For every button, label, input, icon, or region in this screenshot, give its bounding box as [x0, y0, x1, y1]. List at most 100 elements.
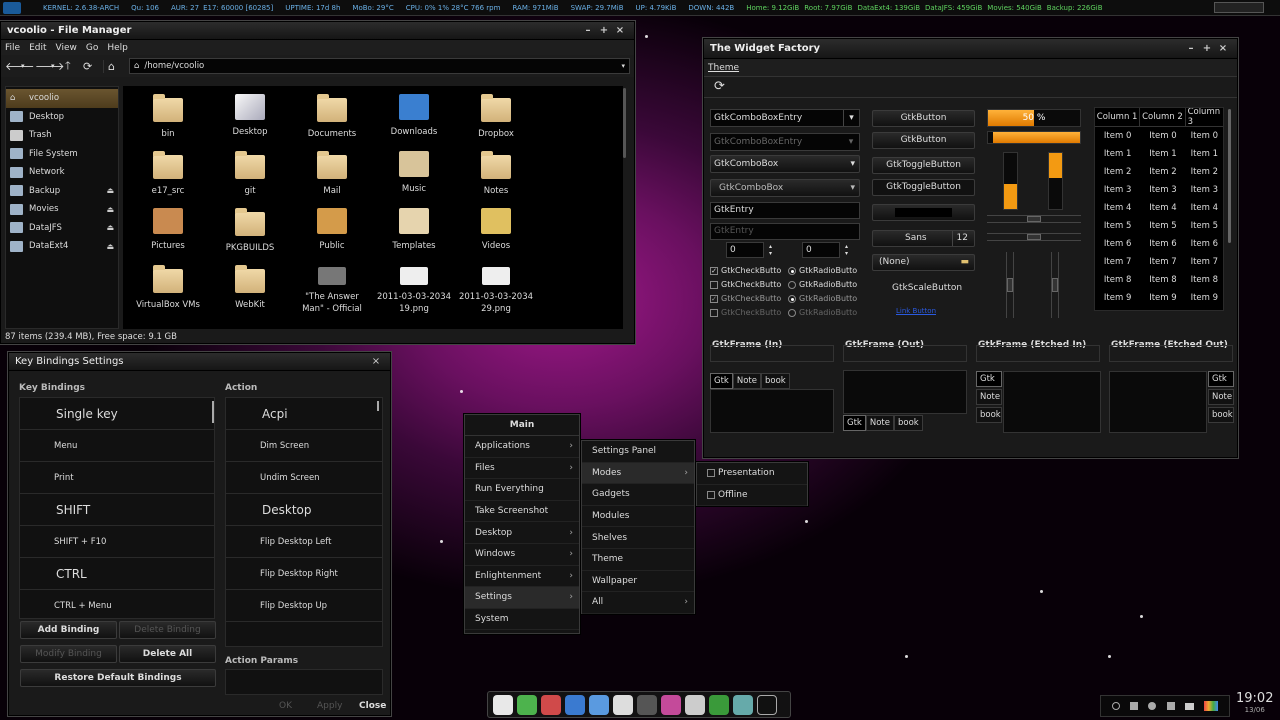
file-item[interactable]: Mail [293, 151, 371, 197]
list-item[interactable]: Dim Screen [226, 430, 382, 462]
file-item[interactable]: Dropbox [457, 94, 535, 140]
list-item[interactable]: SHIFT [20, 494, 214, 526]
table-row[interactable]: Item 5 Item 5 Item 5 [1095, 217, 1223, 235]
spin-arrows-icon[interactable]: ▴ ▾ [845, 243, 848, 257]
vertical-scale[interactable] [1006, 252, 1014, 318]
file-view-scrollbar[interactable] [623, 88, 626, 158]
gtk-button[interactable]: GtkButton [872, 110, 975, 127]
file-item[interactable]: bin [129, 94, 207, 140]
spin-button[interactable]: 0 ▴ ▾ [802, 242, 848, 258]
menu-item-system[interactable]: System [465, 609, 579, 631]
list-scrollbar[interactable] [212, 401, 214, 423]
menu-theme[interactable]: Theme [708, 63, 739, 73]
sidebar-item-movies[interactable]: Movies ⏏ [6, 200, 118, 219]
list-item[interactable]: Flip Desktop Right [226, 558, 382, 590]
gimp-icon[interactable] [637, 695, 657, 715]
maximize-button[interactable]: + [1199, 43, 1215, 54]
file-item[interactable]: VirtualBox VMs [129, 265, 207, 311]
list-item[interactable]: CTRL [20, 558, 214, 590]
list-item[interactable]: Print [20, 462, 214, 494]
scale-handle[interactable] [1007, 278, 1013, 292]
up-icon[interactable]: 🡑 [65, 57, 83, 76]
file-item[interactable]: Videos [457, 208, 535, 252]
file-item[interactable]: Templates [375, 208, 453, 252]
key-bindings-titlebar[interactable]: Key Bindings Settings × [9, 353, 390, 371]
file-manager-titlebar[interactable]: vcoolio - File Manager – + × [1, 22, 634, 40]
scale-button[interactable]: GtkScaleButton [892, 283, 962, 293]
column-header[interactable]: Column 1 [1095, 108, 1141, 126]
user-icon[interactable] [1148, 702, 1157, 710]
file-item[interactable]: Music [375, 151, 453, 195]
list-item[interactable]: Flip Desktop Up [226, 590, 382, 622]
color-button[interactable] [872, 204, 975, 221]
column-header[interactable]: Column 3 [1186, 108, 1223, 126]
tree-scrollbar[interactable] [1228, 109, 1231, 243]
maximize-button[interactable]: + [596, 25, 612, 36]
back-icon[interactable]: 🡐 [5, 59, 35, 73]
list-item[interactable]: Single key [20, 398, 214, 430]
sidebar-item-network[interactable]: Network [6, 163, 118, 182]
combo-box-entry-disabled[interactable]: GtkComboBoxEntry ▾ [710, 133, 860, 151]
file-manager-icon[interactable] [613, 695, 633, 715]
chevron-down-icon[interactable]: ▾ [843, 134, 859, 150]
vertical-scale[interactable] [1051, 252, 1059, 318]
notebook-tab[interactable]: Gtk [710, 373, 733, 389]
notebook-tab[interactable]: book [760, 373, 790, 389]
file-item[interactable]: "The Answer Man" - Official [293, 267, 371, 315]
widget-factory-titlebar[interactable]: The Widget Factory – + × [704, 39, 1237, 59]
path-bar[interactable]: ⌂ /home/vcoolio ▾ [129, 58, 630, 74]
screenshot-icon[interactable] [541, 695, 561, 715]
clock[interactable]: 19:02 13/06 [1236, 691, 1273, 714]
eject-icon[interactable]: ⏏ [106, 242, 114, 251]
color-picker-icon[interactable] [1203, 701, 1218, 711]
table-row[interactable]: Item 9 Item 9 Item 9 [1095, 289, 1223, 307]
table-row[interactable]: Item 6 Item 6 Item 6 [1095, 235, 1223, 253]
file-item[interactable]: 2011-03-03-2034 29.png [457, 267, 535, 315]
list-item[interactable]: Desktop [226, 494, 382, 526]
menu-item-run-everything[interactable]: Run Everything [465, 479, 579, 501]
scale-handle[interactable] [1052, 278, 1058, 292]
action-params-field[interactable] [225, 669, 383, 695]
check-button[interactable]: GtkCheckButto [710, 308, 781, 317]
radio-button[interactable]: GtkRadioButto [788, 280, 857, 289]
entry-disabled[interactable]: GtkEntry [710, 223, 860, 240]
menu-item-shelves[interactable]: Shelves [582, 527, 694, 549]
chat-icon[interactable] [709, 695, 729, 715]
forward-icon[interactable]: 🡒 [35, 59, 65, 73]
notebook-tab[interactable]: Note [976, 389, 1002, 405]
restore-default-bindings-button[interactable]: Restore Default Bindings [20, 669, 216, 687]
chevron-down-icon[interactable]: ▾ [621, 62, 625, 70]
menu-item-windows[interactable]: Windows › [465, 544, 579, 566]
home-icon[interactable] [685, 695, 705, 715]
link-button[interactable]: Link Button [896, 307, 936, 315]
menu-item-desktop[interactable]: Desktop › [465, 522, 579, 544]
menu-item-gadgets[interactable]: Gadgets [582, 484, 694, 506]
list-item[interactable]: CTRL + Menu [20, 590, 214, 618]
menu-item-take-screenshot[interactable]: Take Screenshot [465, 501, 579, 523]
menu-item-wallpaper[interactable]: Wallpaper [582, 571, 694, 593]
combo-box-disabled[interactable]: GtkComboBox ▾ [710, 179, 860, 197]
delete-all-button[interactable]: Delete All [119, 645, 216, 663]
dropdown-icon[interactable]: ▾ [21, 62, 35, 70]
file-item[interactable]: Notes [457, 151, 535, 197]
horizontal-scale[interactable] [987, 233, 1081, 241]
browser-icon[interactable] [565, 695, 585, 715]
apply-button[interactable]: Apply [317, 701, 342, 711]
close-button[interactable]: × [1215, 43, 1231, 54]
table-row[interactable]: Item 8 Item 8 Item 8 [1095, 271, 1223, 289]
file-item[interactable]: Downloads [375, 94, 453, 138]
file-item[interactable]: 2011-03-03-2034 19.png [375, 267, 453, 315]
notebook-tab[interactable]: Note [1208, 389, 1234, 405]
file-item[interactable]: Desktop [211, 94, 289, 138]
toggle-button-active[interactable]: GtkToggleButton [872, 179, 975, 196]
close-button[interactable]: × [612, 25, 628, 36]
modify-binding-button[interactable]: Modify Binding [20, 645, 117, 663]
action-scrollbar[interactable] [377, 401, 379, 411]
paint-icon[interactable] [661, 695, 681, 715]
file-item[interactable]: WebKit [211, 265, 289, 311]
list-item[interactable]: Flip Desktop Left [226, 526, 382, 558]
check-button[interactable]: ✓ GtkCheckButto [710, 266, 781, 275]
notebook-tab[interactable]: book [1208, 407, 1234, 423]
table-row[interactable]: Item 0 Item 0 Item 0 [1095, 127, 1223, 145]
file-item[interactable]: Documents [293, 94, 371, 140]
